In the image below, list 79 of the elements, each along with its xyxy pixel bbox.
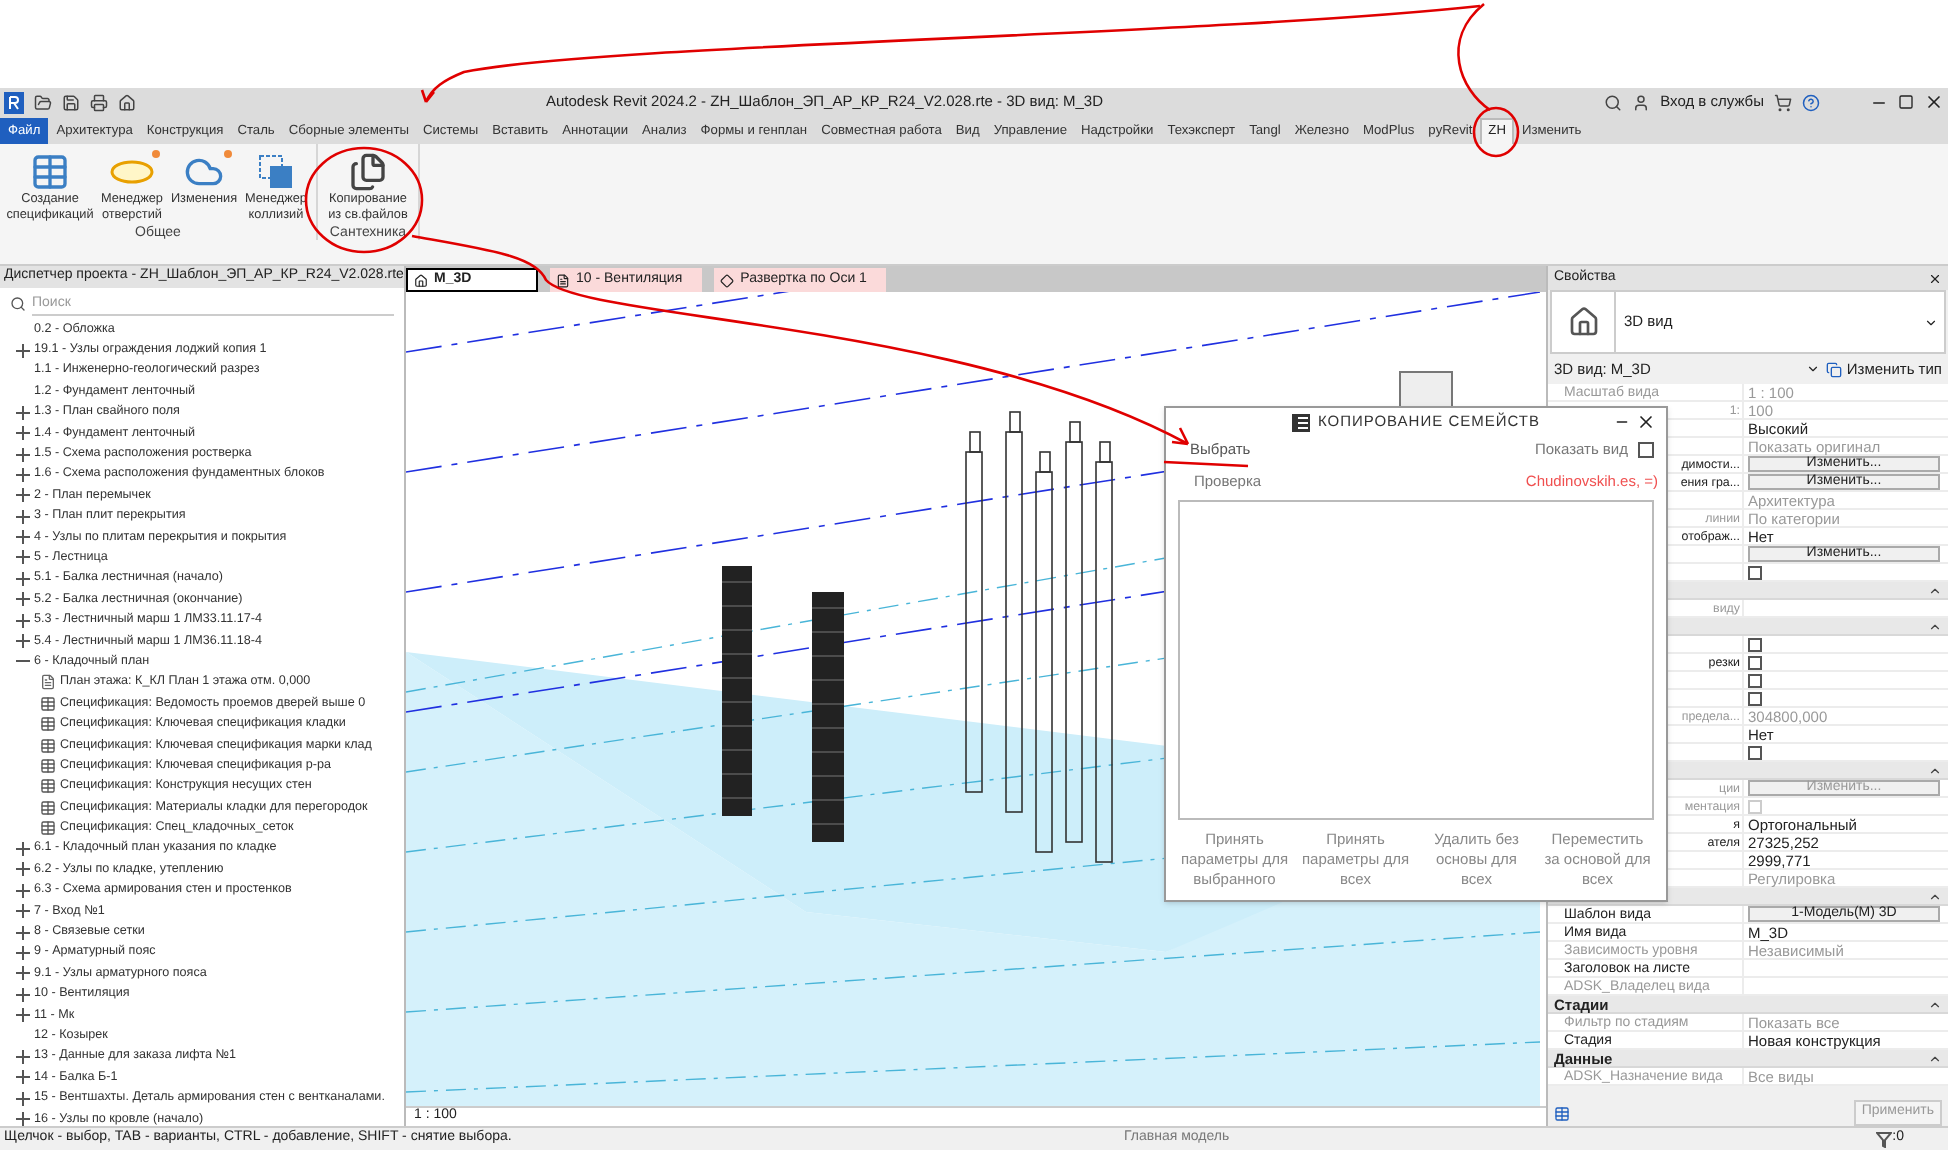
hand-drawn-circle [304,146,424,254]
checkbox[interactable] [1638,442,1654,458]
overlapping-squares-icon [258,154,294,190]
dropdown-icon [1924,315,1938,329]
expand-toggle[interactable] [16,945,30,960]
expand-toggle[interactable] [16,571,30,586]
checkbox[interactable] [1748,637,1762,651]
documents-icon [348,152,388,192]
save-icon[interactable] [62,93,80,111]
table-icon [40,737,56,753]
close-icon[interactable] [1924,92,1944,112]
search-icon [10,295,26,311]
expand-toggle[interactable] [16,841,30,856]
expand-toggle[interactable] [16,550,30,565]
table-icon [40,695,56,712]
home-icon[interactable] [118,93,136,111]
help-icon[interactable] [1802,93,1820,111]
checkbox[interactable] [1748,655,1762,669]
expand-toggle[interactable] [16,904,30,919]
table-icon [40,799,56,816]
expand-toggle[interactable] [16,1070,30,1085]
expand-toggle[interactable] [16,592,30,607]
app-logo-icon[interactable] [4,91,24,113]
expand-toggle[interactable] [16,343,30,358]
table-icon [30,152,70,192]
properties-icon[interactable] [1554,1105,1570,1121]
plan-view-icon [40,674,56,691]
expand-toggle[interactable] [16,1112,30,1127]
search-icon[interactable] [1604,93,1623,111]
expand-toggle[interactable] [16,405,30,420]
expand-toggle[interactable] [16,634,30,649]
open-folder-icon[interactable] [34,93,52,111]
cart-icon[interactable] [1774,93,1792,111]
expand-toggle[interactable] [16,613,30,628]
house-icon [1567,306,1599,338]
checkbox[interactable] [1748,745,1762,759]
house-icon [414,273,428,287]
close-icon[interactable] [1928,271,1942,285]
table-icon [40,778,56,795]
expand-toggle[interactable] [16,1008,30,1023]
checkbox[interactable] [1748,673,1762,687]
user-icon [1632,93,1651,111]
hand-drawn-underline [1163,460,1249,468]
maximize-icon[interactable] [1898,94,1914,110]
collapse-icon[interactable] [1928,997,1942,1011]
logo-icon [1291,413,1310,431]
expand-toggle[interactable] [16,966,30,981]
copy-icon [1826,361,1843,377]
sheet-icon [556,273,570,287]
expand-toggle[interactable] [16,925,30,940]
expand-toggle[interactable] [16,447,30,462]
table-icon [40,757,56,774]
expand-toggle[interactable] [16,883,30,898]
expand-toggle[interactable] [16,426,30,441]
printer-icon[interactable] [90,93,108,111]
expand-toggle[interactable] [16,987,30,1002]
hand-drawn-circle [1472,106,1520,158]
collapse-icon[interactable] [1928,763,1942,777]
checkbox[interactable] [1748,565,1762,579]
expand-toggle[interactable] [16,1091,30,1106]
collapse-icon[interactable] [1928,619,1942,633]
table-icon [40,820,56,837]
table-icon [40,716,56,733]
expand-toggle[interactable] [16,467,30,482]
checkbox[interactable] [1748,691,1762,705]
expand-toggle[interactable] [16,530,30,545]
diamond-icon [720,273,735,287]
hand-drawn-line [1457,3,1491,112]
collapse-icon[interactable] [1928,1051,1942,1065]
dropdown-icon[interactable] [1806,362,1821,376]
close-icon[interactable] [1636,412,1656,432]
expand-toggle[interactable] [16,1049,30,1064]
ellipse-icon [110,160,154,184]
expand-toggle[interactable] [16,509,30,524]
expand-toggle[interactable] [16,862,30,877]
expand-toggle[interactable] [16,488,30,503]
collapse-icon[interactable] [1928,889,1942,903]
filter-icon [1876,1131,1893,1147]
collapse-icon[interactable] [1928,583,1942,597]
